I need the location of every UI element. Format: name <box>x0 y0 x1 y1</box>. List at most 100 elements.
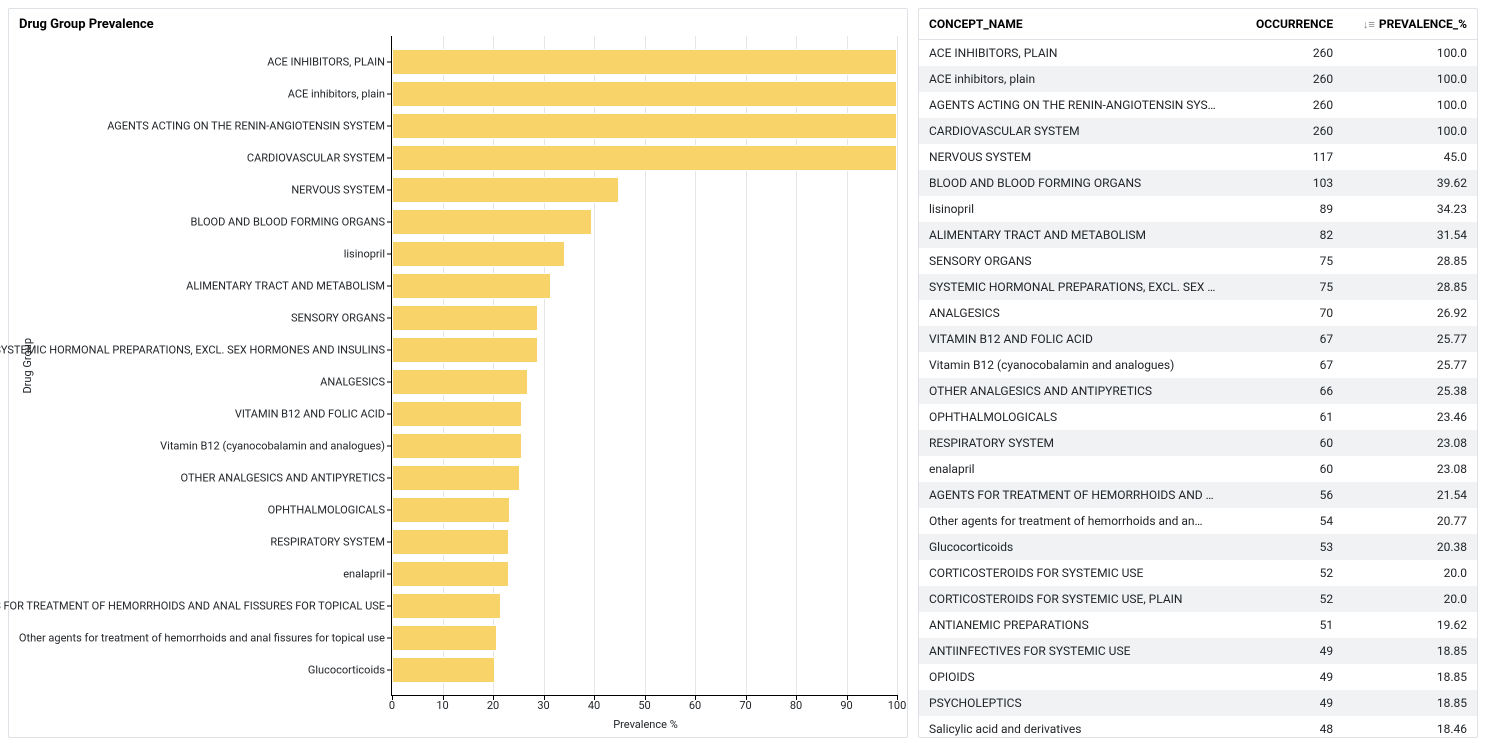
bar[interactable] <box>392 81 897 107</box>
cell-occurrence: 75 <box>1231 274 1343 300</box>
table-row[interactable]: SYSTEMIC HORMONAL PREPARATIONS, EXCL. SE… <box>919 274 1477 300</box>
y-tick-label: SENSORY ORGANS <box>291 312 385 325</box>
cell-concept-name: SENSORY ORGANS <box>919 248 1231 274</box>
table-row[interactable]: ACE INHIBITORS, PLAIN260100.0 <box>919 40 1477 67</box>
table-row[interactable]: CORTICOSTEROIDS FOR SYSTEMIC USE, PLAIN5… <box>919 586 1477 612</box>
chart-title: Drug Group Prevalence <box>9 9 907 36</box>
table-row[interactable]: Vitamin B12 (cyanocobalamin and analogue… <box>919 352 1477 378</box>
table-row[interactable]: Salicylic acid and derivatives4818.46 <box>919 716 1477 738</box>
cell-prevalence: 25.38 <box>1343 378 1477 404</box>
cell-occurrence: 49 <box>1231 690 1343 716</box>
table-row[interactable]: ANALGESICS7026.92 <box>919 300 1477 326</box>
table-row[interactable]: NERVOUS SYSTEM11745.0 <box>919 144 1477 170</box>
bar[interactable] <box>392 177 619 203</box>
bars-region[interactable]: 0102030405060708090100 <box>391 36 897 696</box>
table-row[interactable]: RESPIRATORY SYSTEM6023.08 <box>919 430 1477 456</box>
x-tick-label: 50 <box>638 695 650 712</box>
table-row[interactable]: ACE inhibitors, plain260100.0 <box>919 66 1477 92</box>
table-row[interactable]: CARDIOVASCULAR SYSTEM260100.0 <box>919 118 1477 144</box>
bar[interactable] <box>392 113 897 139</box>
cell-occurrence: 53 <box>1231 534 1343 560</box>
table-row[interactable]: PSYCHOLEPTICS4918.85 <box>919 690 1477 716</box>
table-row[interactable]: OPHTHALMOLOGICALS6123.46 <box>919 404 1477 430</box>
cell-concept-name: AGENTS FOR TREATMENT OF HEMORRHOIDS AND … <box>919 482 1231 508</box>
cell-occurrence: 117 <box>1231 144 1343 170</box>
bar[interactable] <box>392 49 897 75</box>
table-row[interactable]: Other agents for treatment of hemorrhoid… <box>919 508 1477 534</box>
col-prevalence[interactable]: ↓≡PREVALENCE_% <box>1343 9 1477 40</box>
table-row[interactable]: enalapril6023.08 <box>919 456 1477 482</box>
table-row[interactable]: SENSORY ORGANS7528.85 <box>919 248 1477 274</box>
bar[interactable] <box>392 145 897 171</box>
cell-concept-name: ALIMENTARY TRACT AND METABOLISM <box>919 222 1231 248</box>
y-tick-label: AGENTS ACTING ON THE RENIN-ANGIOTENSIN S… <box>107 120 385 133</box>
table-row[interactable]: ANTIINFECTIVES FOR SYSTEMIC USE4918.85 <box>919 638 1477 664</box>
bar[interactable] <box>392 465 520 491</box>
y-axis-labels: ACE INHIBITORS, PLAINACE inhibitors, pla… <box>36 36 391 696</box>
cell-occurrence: 60 <box>1231 456 1343 482</box>
bar[interactable] <box>392 625 497 651</box>
cell-prevalence: 23.46 <box>1343 404 1477 430</box>
y-tick-label: VITAMIN B12 AND FOLIC ACID <box>235 408 385 421</box>
table-row[interactable]: VITAMIN B12 AND FOLIC ACID6725.77 <box>919 326 1477 352</box>
table-row[interactable]: lisinopril8934.23 <box>919 196 1477 222</box>
cell-prevalence: 31.54 <box>1343 222 1477 248</box>
table-row[interactable]: OPIOIDS4918.85 <box>919 664 1477 690</box>
table-row[interactable]: AGENTS ACTING ON THE RENIN-ANGIOTENSIN S… <box>919 92 1477 118</box>
cell-prevalence: 34.23 <box>1343 196 1477 222</box>
bar[interactable] <box>392 209 592 235</box>
y-tick-label: CARDIOVASCULAR SYSTEM <box>247 152 385 165</box>
table-row[interactable]: ALIMENTARY TRACT AND METABOLISM8231.54 <box>919 222 1477 248</box>
cell-occurrence: 49 <box>1231 638 1343 664</box>
bar[interactable] <box>392 305 538 331</box>
bar[interactable] <box>392 369 528 395</box>
cell-occurrence: 89 <box>1231 196 1343 222</box>
cell-occurrence: 66 <box>1231 378 1343 404</box>
cell-occurrence: 70 <box>1231 300 1343 326</box>
y-tick-label: SYSTEMIC HORMONAL PREPARATIONS, EXCL. SE… <box>0 344 385 357</box>
bar[interactable] <box>392 657 495 683</box>
table-row[interactable]: ANTIANEMIC PREPARATIONS5119.62 <box>919 612 1477 638</box>
cell-concept-name: OPHTHALMOLOGICALS <box>919 404 1231 430</box>
cell-occurrence: 49 <box>1231 664 1343 690</box>
bar[interactable] <box>392 497 510 523</box>
y-tick-label: ACE inhibitors, plain <box>288 88 385 101</box>
cell-prevalence: 100.0 <box>1343 92 1477 118</box>
cell-concept-name: ANALGESICS <box>919 300 1231 326</box>
cell-occurrence: 48 <box>1231 716 1343 738</box>
cell-prevalence: 20.0 <box>1343 586 1477 612</box>
col-occurrence[interactable]: OCCURRENCE <box>1231 9 1343 40</box>
cell-occurrence: 103 <box>1231 170 1343 196</box>
data-table[interactable]: CONCEPT_NAME OCCURRENCE ↓≡PREVALENCE_% A… <box>919 9 1477 738</box>
cell-prevalence: 28.85 <box>1343 274 1477 300</box>
table-row[interactable]: Glucocorticoids5320.38 <box>919 534 1477 560</box>
x-tick-label: 90 <box>840 695 852 712</box>
cell-prevalence: 100.0 <box>1343 66 1477 92</box>
cell-concept-name: OTHER ANALGESICS AND ANTIPYRETICS <box>919 378 1231 404</box>
bar[interactable] <box>392 433 522 459</box>
bar[interactable] <box>392 273 551 299</box>
table-row[interactable]: AGENTS FOR TREATMENT OF HEMORRHOIDS AND … <box>919 482 1477 508</box>
plot-area[interactable]: Drug Group ACE INHIBITORS, PLAINACE inhi… <box>19 36 897 696</box>
bar[interactable] <box>392 401 522 427</box>
cell-concept-name: ANTIANEMIC PREPARATIONS <box>919 612 1231 638</box>
col-concept-name[interactable]: CONCEPT_NAME <box>919 9 1231 40</box>
cell-occurrence: 51 <box>1231 612 1343 638</box>
table-panel[interactable]: CONCEPT_NAME OCCURRENCE ↓≡PREVALENCE_% A… <box>918 8 1478 738</box>
cell-occurrence: 260 <box>1231 66 1343 92</box>
cell-occurrence: 260 <box>1231 40 1343 67</box>
cell-concept-name: CARDIOVASCULAR SYSTEM <box>919 118 1231 144</box>
table-row[interactable]: BLOOD AND BLOOD FORMING ORGANS10339.62 <box>919 170 1477 196</box>
y-tick-label: ANALGESICS <box>320 376 385 389</box>
cell-concept-name: Glucocorticoids <box>919 534 1231 560</box>
table-row[interactable]: CORTICOSTEROIDS FOR SYSTEMIC USE5220.0 <box>919 560 1477 586</box>
table-row[interactable]: OTHER ANALGESICS AND ANTIPYRETICS6625.38 <box>919 378 1477 404</box>
bar[interactable] <box>392 529 509 555</box>
bar[interactable] <box>392 593 501 619</box>
bar[interactable] <box>392 561 509 587</box>
bar[interactable] <box>392 241 565 267</box>
cell-prevalence: 18.46 <box>1343 716 1477 738</box>
bar[interactable] <box>392 337 538 363</box>
y-tick-label: OTHER ANALGESICS AND ANTIPYRETICS <box>181 472 385 485</box>
cell-occurrence: 260 <box>1231 118 1343 144</box>
